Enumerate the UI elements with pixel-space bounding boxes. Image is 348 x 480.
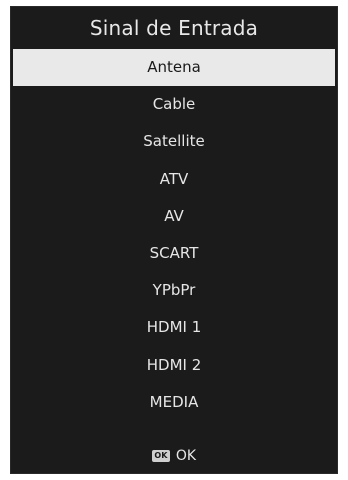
source-item-scart[interactable]: SCART [11, 235, 337, 272]
menu-title: Sinal de Entrada [89, 16, 259, 40]
footer-ok-label: OK [175, 448, 197, 464]
input-source-menu: Sinal de Entrada Antena Cable Satellite … [10, 6, 338, 474]
source-list: Antena Cable Satellite ATV AV SCART YPbP… [11, 49, 337, 421]
footer-hint: OK OK [11, 445, 337, 467]
source-item-media[interactable]: MEDIA [11, 384, 337, 421]
source-item-ypbpr[interactable]: YPbPr [11, 272, 337, 309]
source-item-av[interactable]: AV [11, 198, 337, 235]
source-item-hdmi-2[interactable]: HDMI 2 [11, 347, 337, 384]
source-item-antena[interactable]: Antena [13, 49, 335, 87]
ok-key-icon: OK [151, 450, 170, 462]
source-item-satellite[interactable]: Satellite [11, 123, 337, 160]
source-item-atv[interactable]: ATV [11, 161, 337, 198]
source-item-cable[interactable]: Cable [11, 86, 337, 123]
source-item-hdmi-1[interactable]: HDMI 1 [11, 309, 337, 346]
